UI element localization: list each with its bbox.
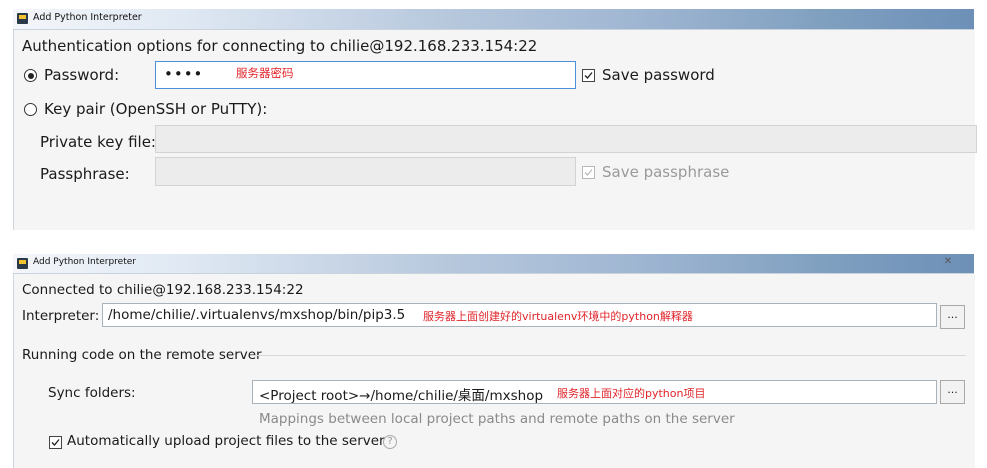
section-label: Running code on the remote server	[22, 347, 262, 363]
interpreter-label: Interpreter:	[22, 308, 100, 324]
sync-annotation: 服务器上面对应的python项目	[557, 387, 706, 400]
interpreter-value: /home/chilie/.virtualenvs/mxshop/bin/pip…	[108, 307, 406, 323]
password-label: Password:	[44, 66, 120, 84]
password-annotation: 服务器密码	[236, 66, 294, 80]
auth-heading: Authentication options for connecting to…	[22, 37, 538, 55]
passphrase-field[interactable]	[155, 157, 576, 186]
keypair-label: Key pair (OpenSSH or PuTTY):	[44, 100, 268, 118]
dialog1-titlebar[interactable]: Add Python Interpreter	[13, 9, 974, 30]
app-icon	[17, 258, 28, 269]
sync-folders-value: <Project root>→/home/chilie/桌面/mxshop	[259, 388, 544, 404]
section-divider	[250, 355, 966, 356]
save-password-label: Save password	[602, 66, 715, 84]
check-icon	[51, 439, 60, 446]
dialog2-titlebar[interactable]: Add Python Interpreter ✕	[13, 254, 974, 274]
passphrase-label: Passphrase:	[40, 165, 130, 183]
connected-label: Connected to chilie@192.168.233.154:22	[22, 282, 304, 298]
private-key-label: Private key file:	[40, 133, 156, 151]
check-icon	[584, 72, 593, 79]
interpreter-annotation: 服务器上面创建好的virtualenv环境中的python解释器	[423, 310, 693, 323]
auto-upload-label: Automatically upload project files to th…	[67, 433, 385, 449]
interpreter-browse-button[interactable]: ...	[940, 305, 965, 329]
sync-folders-label: Sync folders:	[48, 385, 136, 401]
dialog1-title: Add Python Interpreter	[33, 12, 142, 23]
dialog1-body: Authentication options for connecting to…	[13, 30, 977, 230]
check-icon	[584, 169, 593, 176]
save-passphrase-checkbox[interactable]	[582, 166, 595, 179]
save-passphrase-label: Save passphrase	[602, 163, 730, 181]
password-field[interactable]: •••• 服务器密码	[155, 61, 576, 89]
sync-folders-field[interactable]: <Project root>→/home/chilie/桌面/mxshop 服务…	[252, 380, 937, 404]
keypair-radio[interactable]	[24, 103, 37, 116]
private-key-field[interactable]	[155, 125, 977, 153]
sync-browse-button[interactable]: ...	[940, 380, 965, 404]
save-password-checkbox[interactable]	[582, 69, 595, 82]
dialog2-body: Connected to chilie@192.168.233.154:22 I…	[13, 274, 975, 468]
close-icon[interactable]: ✕	[927, 254, 969, 270]
sync-hint: Mappings between local project paths and…	[259, 411, 735, 427]
help-icon[interactable]: ?	[383, 435, 397, 449]
dialog2-title: Add Python Interpreter	[33, 257, 136, 267]
interpreter-field[interactable]: /home/chilie/.virtualenvs/mxshop/bin/pip…	[102, 303, 937, 327]
password-radio[interactable]	[24, 69, 37, 82]
password-value: ••••	[164, 65, 204, 83]
app-icon	[17, 13, 28, 24]
auto-upload-checkbox[interactable]	[49, 436, 62, 449]
